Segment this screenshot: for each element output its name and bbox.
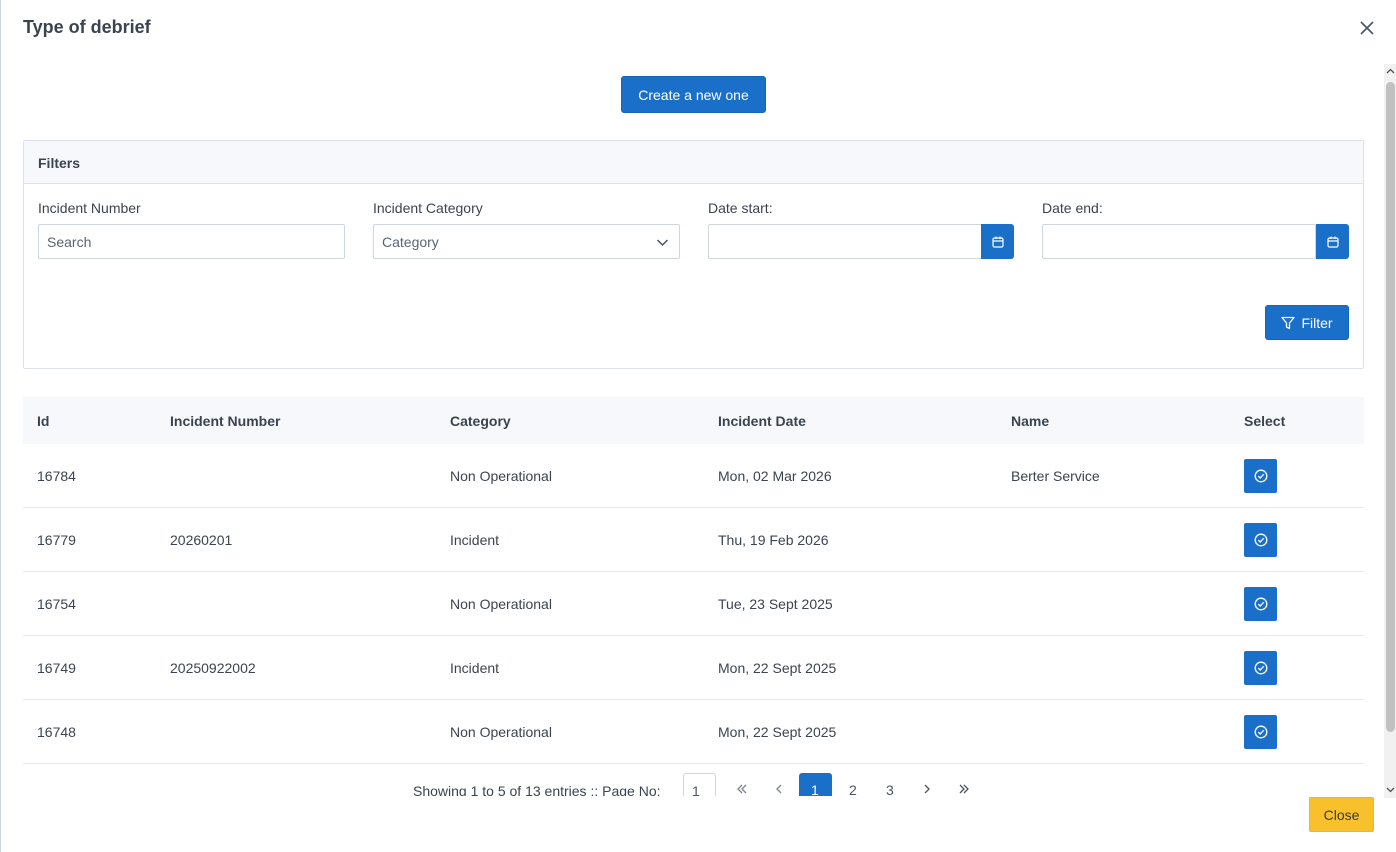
table-row: 16749 20250922002 Incident Mon, 22 Sept … — [23, 636, 1364, 700]
page-3-button[interactable]: 3 — [886, 782, 894, 796]
filters-card: Filters Incident Number Search Incident … — [23, 140, 1364, 369]
create-new-button[interactable]: Create a new one — [621, 76, 766, 113]
cell-incident-date: Mon, 22 Sept 2025 — [718, 723, 837, 740]
column-header-incident-number[interactable]: Incident Number — [170, 413, 280, 429]
date-end-input[interactable] — [1042, 224, 1316, 259]
cell-id: 16749 — [37, 659, 76, 676]
pagination-summary: Showing 1 to 5 of 13 entries :: Page No: — [413, 783, 661, 796]
debrief-table: Id Incident Number Category Incident Dat… — [23, 397, 1364, 764]
cell-id: 16748 — [37, 723, 76, 740]
last-page-icon[interactable] — [957, 782, 971, 796]
check-circle-icon — [1254, 469, 1267, 483]
calendar-icon — [991, 236, 1004, 248]
filter-button-label: Filter — [1301, 314, 1333, 331]
first-page-icon[interactable] — [735, 782, 749, 796]
next-page-icon[interactable] — [920, 782, 934, 796]
table-row: 16784 Non Operational Mon, 02 Mar 2026 B… — [23, 444, 1364, 508]
modal-title: Type of debrief — [23, 17, 151, 37]
category-select-value: Category — [382, 233, 439, 250]
previous-page-icon[interactable] — [772, 782, 786, 796]
column-header-select: Select — [1244, 412, 1286, 429]
date-end-label: Date end: — [1042, 200, 1103, 216]
table-row: 16748 Non Operational Mon, 22 Sept 2025 — [23, 700, 1364, 764]
cell-id: 16754 — [37, 595, 76, 612]
page-2-button[interactable]: 2 — [849, 782, 857, 796]
cell-name: Berter Service — [1011, 467, 1100, 484]
date-start-input[interactable] — [708, 224, 982, 259]
check-circle-icon — [1254, 533, 1267, 547]
funnel-icon — [1281, 316, 1296, 329]
cell-incident-date: Thu, 19 Feb 2026 — [718, 531, 829, 548]
date-end-calendar-button[interactable] — [1316, 224, 1349, 259]
column-header-incident-date[interactable]: Incident Date — [718, 413, 806, 429]
date-start-label: Date start: — [708, 200, 773, 216]
cell-category: Non Operational — [450, 467, 552, 484]
incident-number-label: Incident Number — [38, 200, 141, 216]
table-header: Id Incident Number Category Incident Dat… — [23, 397, 1364, 444]
cell-category: Incident — [450, 659, 500, 676]
scroll-up-icon[interactable] — [1386, 67, 1395, 76]
cell-id: 16784 — [37, 467, 76, 484]
filters-heading: Filters — [24, 141, 1363, 184]
cell-category: Incident — [450, 531, 500, 548]
check-circle-icon — [1254, 725, 1267, 739]
scroll-down-icon[interactable] — [1386, 785, 1395, 794]
modal-scrollbar[interactable] — [1384, 64, 1396, 798]
column-header-id[interactable]: Id — [37, 413, 49, 429]
chevron-down-icon — [656, 239, 669, 247]
cell-incident-number: 20250922002 — [170, 659, 256, 676]
table-row: 16754 Non Operational Tue, 23 Sept 2025 — [23, 572, 1364, 636]
cell-incident-date: Mon, 02 Mar 2026 — [718, 467, 832, 484]
select-row-button[interactable] — [1244, 715, 1277, 749]
modal-body: Create a new one Filters Incident Number… — [1, 64, 1384, 796]
debrief-type-modal: Type of debrief Create a new one Filters… — [0, 0, 1396, 852]
select-row-button[interactable] — [1244, 587, 1277, 621]
incident-number-input[interactable]: Search — [38, 224, 345, 259]
cell-id: 16779 — [37, 531, 76, 548]
check-circle-icon — [1254, 661, 1267, 675]
select-row-button[interactable] — [1244, 523, 1277, 557]
cell-incident-number: 20260201 — [170, 531, 233, 548]
incident-category-label: Incident Category — [373, 200, 483, 216]
table-row: 16779 20260201 Incident Thu, 19 Feb 2026 — [23, 508, 1364, 572]
select-row-button[interactable] — [1244, 459, 1277, 493]
close-icon[interactable] — [1357, 18, 1377, 38]
filter-button[interactable]: Filter — [1265, 305, 1349, 340]
column-header-name[interactable]: Name — [1011, 413, 1049, 429]
select-row-button[interactable] — [1244, 651, 1277, 685]
calendar-icon — [1326, 236, 1339, 248]
cell-category: Non Operational — [450, 595, 552, 612]
incident-category-select[interactable]: Category — [373, 224, 680, 259]
cell-incident-date: Mon, 22 Sept 2025 — [718, 659, 837, 676]
pagination: Showing 1 to 5 of 13 entries :: Page No:… — [1, 772, 1384, 796]
close-button[interactable]: Close — [1309, 797, 1374, 832]
date-start-calendar-button[interactable] — [981, 224, 1014, 259]
page-number-input[interactable]: 1 — [683, 773, 716, 796]
check-circle-icon — [1254, 597, 1267, 611]
scrollbar-thumb[interactable] — [1386, 82, 1395, 732]
column-header-category[interactable]: Category — [450, 413, 511, 429]
page-1-button[interactable]: 1 — [799, 773, 832, 796]
cell-incident-date: Tue, 23 Sept 2025 — [718, 595, 833, 612]
cell-category: Non Operational — [450, 723, 552, 740]
